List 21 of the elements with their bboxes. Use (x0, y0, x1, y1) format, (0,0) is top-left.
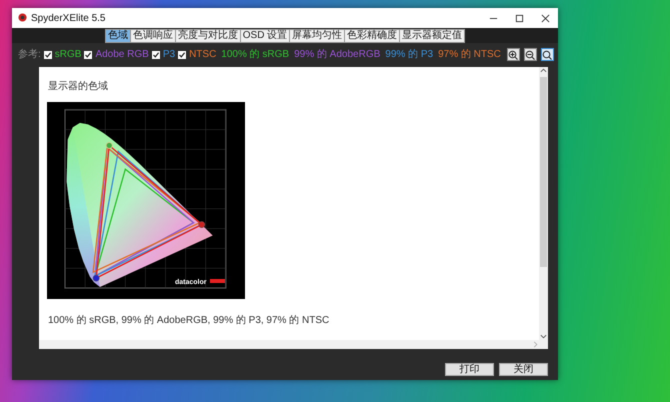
close-button[interactable]: 关闭 (499, 363, 548, 376)
tab[interactable]: 屏幕均匀性 (290, 29, 346, 43)
tab[interactable]: OSD 设置 (240, 29, 290, 43)
checkbox-label: sRGB (54, 48, 82, 62)
window-title: SpyderXElite 5.5 (31, 12, 106, 26)
coverage-result: 99% 的 P3 (385, 48, 434, 62)
chart-heading: 显示器的色域 (48, 80, 109, 94)
coverage-result: 97% 的 NTSC (438, 48, 501, 62)
tab[interactable]: 色调响应 (130, 29, 176, 43)
checkbox-label: NTSC (189, 48, 216, 62)
coverage-result: 99% 的 AdobeRGB (294, 48, 380, 62)
tab[interactable]: 色彩精确度 (345, 29, 400, 43)
tab[interactable]: 显示器额定值 (400, 29, 466, 43)
coverage-result: 100% 的 sRGB (221, 48, 290, 62)
reference-label: 参考: (18, 48, 41, 62)
checkbox-label: P3 (162, 48, 176, 62)
print-button[interactable]: 打印 (445, 363, 494, 376)
checkbox-label: Adobe RGB (95, 48, 149, 62)
tab[interactable]: 色域 (104, 29, 131, 43)
tab[interactable]: 亮度与对比度 (176, 29, 241, 43)
gamut-summary: 100% 的 sRGB, 99% 的 AdobeRGB, 99% 的 P3, 97% 的 NTSC (48, 314, 330, 328)
